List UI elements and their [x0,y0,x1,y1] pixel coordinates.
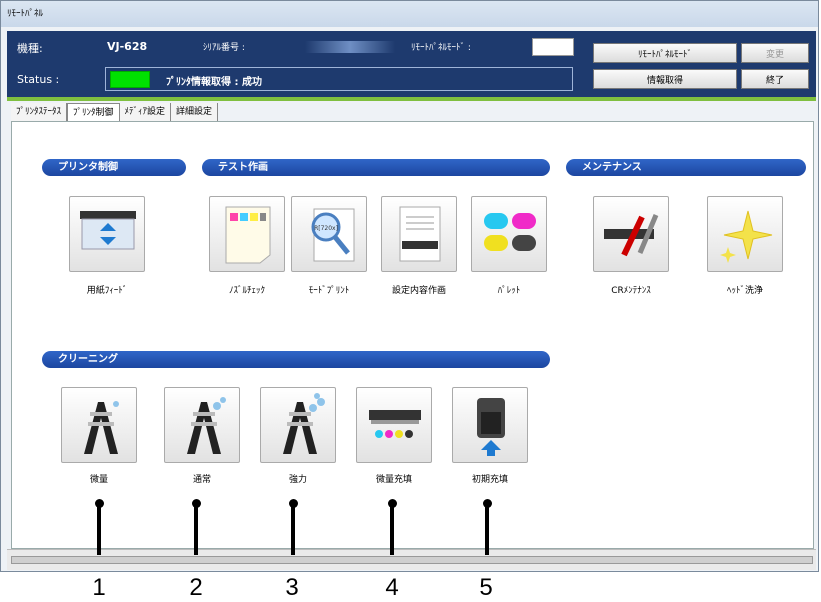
callout-1: 1 [92,574,106,601]
model-value: VJ-628 [107,40,148,53]
mode-print-label: ﾓｰﾄﾞﾌﾟﾘﾝﾄ [308,286,350,296]
head-cleaning-icon [720,210,773,263]
tab-media-settings[interactable]: ﾒﾃﾞｨｱ設定 [119,103,172,121]
ink-fill-light-label: 微量充填 [375,475,412,485]
header-divider [7,97,816,101]
cleaning-strong-button[interactable] [260,387,336,463]
section-cleaning: クリーニング [42,351,550,368]
cleaning-strong-label: 強力 [288,475,307,485]
cleaning-light-button[interactable] [61,387,137,463]
remote-mode-indicator [532,38,574,56]
paper-feed-label: 用紙ﾌｨｰﾄﾞ [86,286,128,296]
callout-line-1 [97,503,101,555]
mode-print-icon: R[720x] [311,208,355,262]
section-printer-control: プリンタ制御 [42,159,186,176]
ink-fill-initial-label: 初期充填 [471,475,508,485]
remote-mode-label: ﾘﾓｰﾄﾊﾟﾈﾙﾓｰﾄﾞ : [411,43,471,53]
ink-fill-light-icon [369,410,421,438]
head-cleaning-label: ﾍｯﾄﾞ洗浄 [726,286,763,296]
cleaning-normal-button[interactable] [164,387,240,463]
ink-fill-initial-button[interactable] [452,387,528,463]
cleaning-light-label: 微量 [89,475,108,485]
ink-fill-initial-icon [477,398,505,456]
header-panel: 機種: VJ-628 ｼﾘｱﾙ番号 : ﾘﾓｰﾄﾊﾟﾈﾙﾓｰﾄﾞ : Statu… [7,31,816,97]
cr-maintenance-label: CRﾒﾝﾃﾅﾝｽ [611,286,651,296]
settings-print-label: 設定内容作画 [391,286,446,296]
cleaning-normal-icon [187,397,226,454]
cr-maintenance-icon [604,214,659,257]
callout-5: 5 [479,574,493,601]
model-label: 機種: [17,42,43,55]
cleaning-normal-label: 通常 [192,475,211,485]
tab-printer-status[interactable]: ﾌﾟﾘﾝﾀｽﾃｰﾀｽ [11,103,68,121]
printer-control-panel: プリンタ制御 テスト作画 メンテナンス クリーニング 用紙ﾌｨｰﾄﾞ ﾉｽﾞﾙﾁ… [11,121,814,549]
callout-line-5 [485,503,489,555]
horizontal-scrollbar[interactable] [7,549,816,570]
serial-label: ｼﾘｱﾙ番号 : [203,43,245,53]
settings-print-button[interactable] [381,196,457,272]
settings-print-icon [399,206,441,262]
serial-value-redacted [305,41,395,53]
nozzle-check-icon [225,206,271,264]
mode-print-icon-text: R[720x] [314,225,338,232]
callout-4: 4 [385,574,399,601]
palette-label: ﾊﾟﾚｯﾄ [497,286,521,296]
ink-fill-light-button[interactable] [356,387,432,463]
callout-3: 3 [285,574,299,601]
callout-line-4 [390,503,394,555]
callout-line-2 [194,503,198,555]
callout-line-3 [291,503,295,555]
scrollbar-thumb[interactable] [11,556,813,564]
status-text: ﾌﾟﾘﾝﾀ情報取得 : 成功 [166,77,262,88]
status-indicator [110,71,150,88]
status-label: Status : [17,73,60,86]
exit-button[interactable]: 終了 [741,69,809,89]
palette-button[interactable] [471,196,547,272]
status-frame: ﾌﾟﾘﾝﾀ情報取得 : 成功 [105,67,573,91]
section-maintenance: メンテナンス [566,159,806,176]
section-test-print: テスト作画 [202,159,550,176]
palette-icon [484,213,536,251]
remote-panel-window: ﾘﾓｰﾄﾊﾟﾈﾙ 機種: VJ-628 ｼﾘｱﾙ番号 : ﾘﾓｰﾄﾊﾟﾈﾙﾓｰﾄ… [0,0,819,572]
nozzle-check-button[interactable] [209,196,285,272]
cleaning-strong-icon [283,393,325,454]
tab-bar: ﾌﾟﾘﾝﾀｽﾃｰﾀｽ ﾌﾟﾘﾝﾀ制御 ﾒﾃﾞｨｱ設定 詳細設定 [11,103,219,121]
cleaning-light-icon [84,401,119,454]
window-title: ﾘﾓｰﾄﾊﾟﾈﾙ [1,1,818,27]
mode-print-button[interactable]: R[720x] [291,196,367,272]
head-cleaning-button[interactable] [707,196,783,272]
tab-printer-control[interactable]: ﾌﾟﾘﾝﾀ制御 [67,103,120,121]
callout-2: 2 [189,574,203,601]
cr-maintenance-button[interactable] [593,196,669,272]
remote-mode-button[interactable]: ﾘﾓｰﾄﾊﾟﾈﾙﾓｰﾄﾞ [593,43,737,63]
change-button[interactable]: 変更 [741,43,809,63]
tab-detail-settings[interactable]: 詳細設定 [171,103,219,121]
paper-feed-button[interactable] [69,196,145,272]
paper-feed-icon [80,211,136,250]
get-info-button[interactable]: 情報取得 [593,69,737,89]
